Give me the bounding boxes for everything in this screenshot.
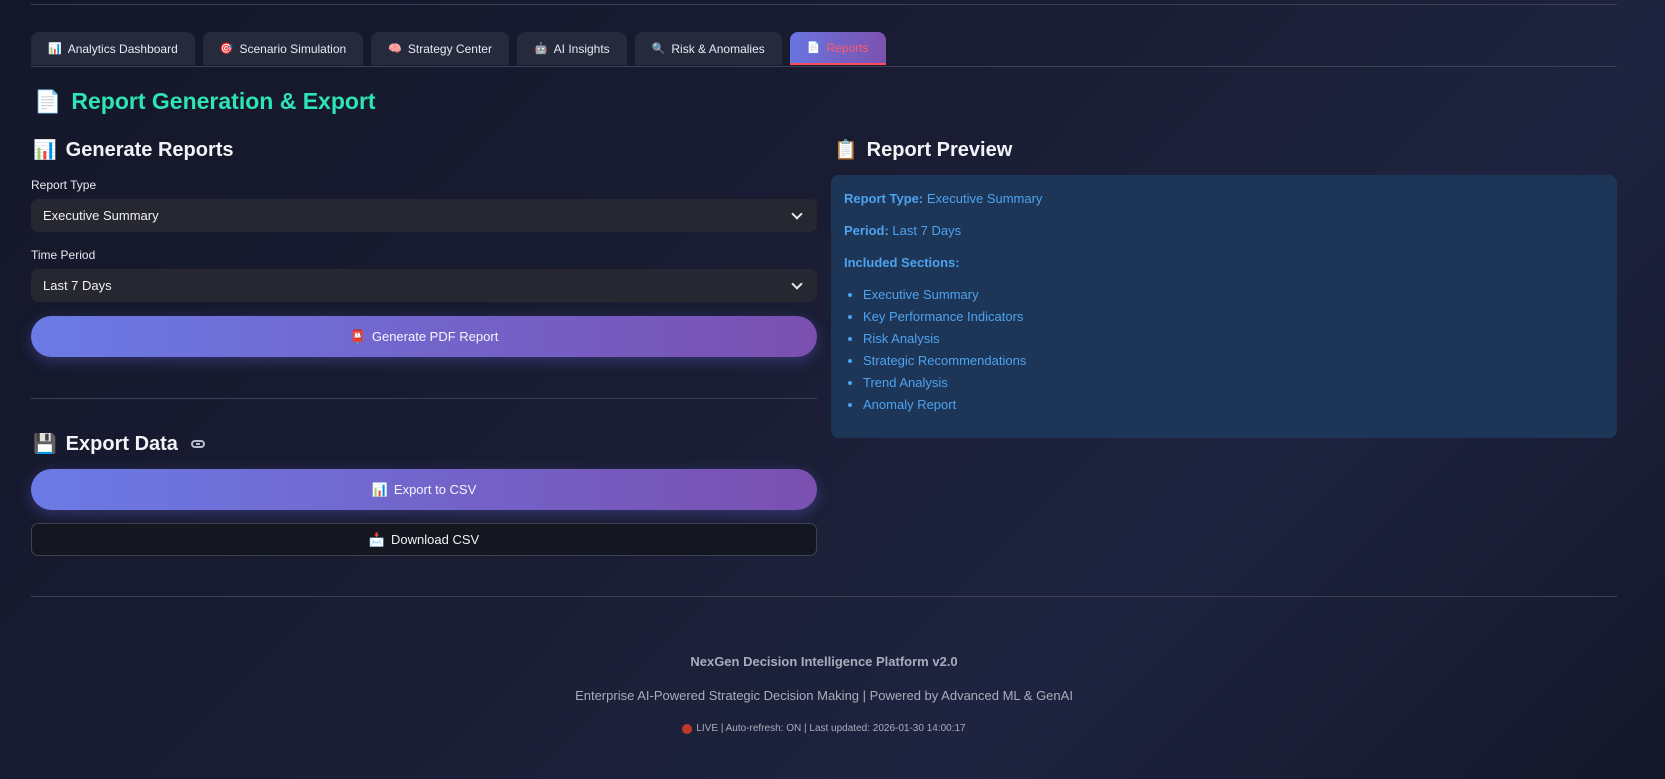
generate-reports-heading: 📊 Generate Reports <box>33 138 234 162</box>
preview-report-type: Report Type: Executive Summary <box>844 191 1604 206</box>
bar-chart-icon: 📊 <box>33 140 57 161</box>
tab-label: Strategy Center <box>407 41 492 56</box>
preview-sections-list: Executive Summary Key Performance Indica… <box>863 287 1604 412</box>
tab-scenario-simulation[interactable]: 🎯 Scenario Simulation <box>202 32 364 65</box>
clipboard-icon: 📋 <box>834 140 858 161</box>
preview-sections-heading: Included Sections: <box>844 255 1604 270</box>
tab-label: AI Insights <box>553 41 610 56</box>
preview-key: Report Type: <box>844 191 924 206</box>
document-icon: 📄 <box>34 88 62 114</box>
live-status-dot-icon <box>682 723 693 734</box>
list-item: Risk Analysis <box>863 331 1604 346</box>
heading-text: Generate Reports <box>65 138 234 161</box>
tab-label: Scenario Simulation <box>239 41 347 56</box>
tab-label: Analytics Dashboard <box>67 41 178 56</box>
tabs-divider <box>31 66 1617 67</box>
link-icon[interactable] <box>190 440 205 448</box>
footer-subtitle: Enterprise AI-Powered Strategic Decision… <box>575 688 1073 703</box>
tab-strategy-center[interactable]: 🧠 Strategy Center <box>371 32 509 65</box>
preview-key: Period: <box>844 223 889 238</box>
top-divider <box>31 4 1617 5</box>
list-item: Anomaly Report <box>863 397 1604 412</box>
bar-chart-icon: 📊 <box>48 43 62 55</box>
document-icon: 📄 <box>806 42 821 54</box>
tab-label: Reports <box>826 40 869 55</box>
time-period-value: Last 7 Days <box>43 278 112 293</box>
export-csv-button[interactable]: 📊 Export to CSV <box>31 469 817 510</box>
generate-pdf-button[interactable]: 📮 Generate PDF Report <box>31 316 817 357</box>
footer-status: LIVE | Auto-refresh: ON | Last updated: … <box>0 723 1648 734</box>
preview-period: Period: Last 7 Days <box>844 223 1604 238</box>
report-type-select[interactable]: Executive Summary <box>31 199 817 232</box>
footer-divider <box>31 596 1617 597</box>
list-item: Trend Analysis <box>863 375 1604 390</box>
report-type-value: Executive Summary <box>43 208 159 223</box>
list-item: Strategic Recommendations <box>863 353 1604 368</box>
tab-reports[interactable]: 📄 Reports <box>789 32 886 65</box>
section-divider <box>31 398 817 399</box>
button-label: Generate PDF Report <box>371 329 499 344</box>
download-csv-button[interactable]: 📩 Download CSV <box>31 523 817 556</box>
page-title: 📄 Report Generation & Export <box>34 88 376 115</box>
report-type-label: Report Type <box>31 178 97 192</box>
preview-key: Included Sections: <box>844 255 960 270</box>
mailbox-icon: 📮 <box>349 328 366 344</box>
magnifier-icon: 🔍 <box>651 43 666 55</box>
preview-value: Last 7 Days <box>892 223 962 238</box>
target-icon: 🎯 <box>219 43 234 55</box>
time-period-select[interactable]: Last 7 Days <box>31 269 817 302</box>
tab-bar: 📊 Analytics Dashboard 🎯 Scenario Simulatio… <box>31 32 886 66</box>
inbox-icon: 📩 <box>368 531 386 547</box>
robot-icon: 🤖 <box>533 43 548 55</box>
status-text: LIVE | Auto-refresh: ON | Last updated: … <box>696 723 966 734</box>
bar-chart-icon: 📊 <box>371 481 388 497</box>
list-item: Key Performance Indicators <box>863 309 1604 324</box>
tab-risk-anomalies[interactable]: 🔍 Risk & Anomalies <box>634 32 782 65</box>
tab-label: Risk & Anomalies <box>671 41 765 56</box>
report-preview-panel: Report Type: Executive Summary Period: L… <box>831 175 1617 438</box>
list-item: Executive Summary <box>863 287 1604 302</box>
tab-ai-insights[interactable]: 🤖 AI Insights <box>516 32 627 65</box>
chevron-down-icon <box>791 277 803 290</box>
heading-text: Export Data <box>65 432 178 455</box>
report-preview-heading: 📋 Report Preview <box>834 138 1012 162</box>
floppy-disk-icon: 💾 <box>33 434 57 455</box>
time-period-label: Time Period <box>31 248 96 262</box>
footer-title: NexGen Decision Intelligence Platform v2… <box>690 654 958 669</box>
page-title-text: Report Generation & Export <box>71 88 376 114</box>
export-data-heading: 💾 Export Data <box>33 432 205 456</box>
tab-analytics-dashboard[interactable]: 📊 Analytics Dashboard <box>31 32 195 65</box>
button-label: Download CSV <box>391 532 480 547</box>
preview-value: Executive Summary <box>926 191 1043 206</box>
brain-icon: 🧠 <box>388 43 402 55</box>
heading-text: Report Preview <box>866 138 1013 161</box>
chevron-down-icon <box>791 207 803 220</box>
button-label: Export to CSV <box>393 482 477 497</box>
